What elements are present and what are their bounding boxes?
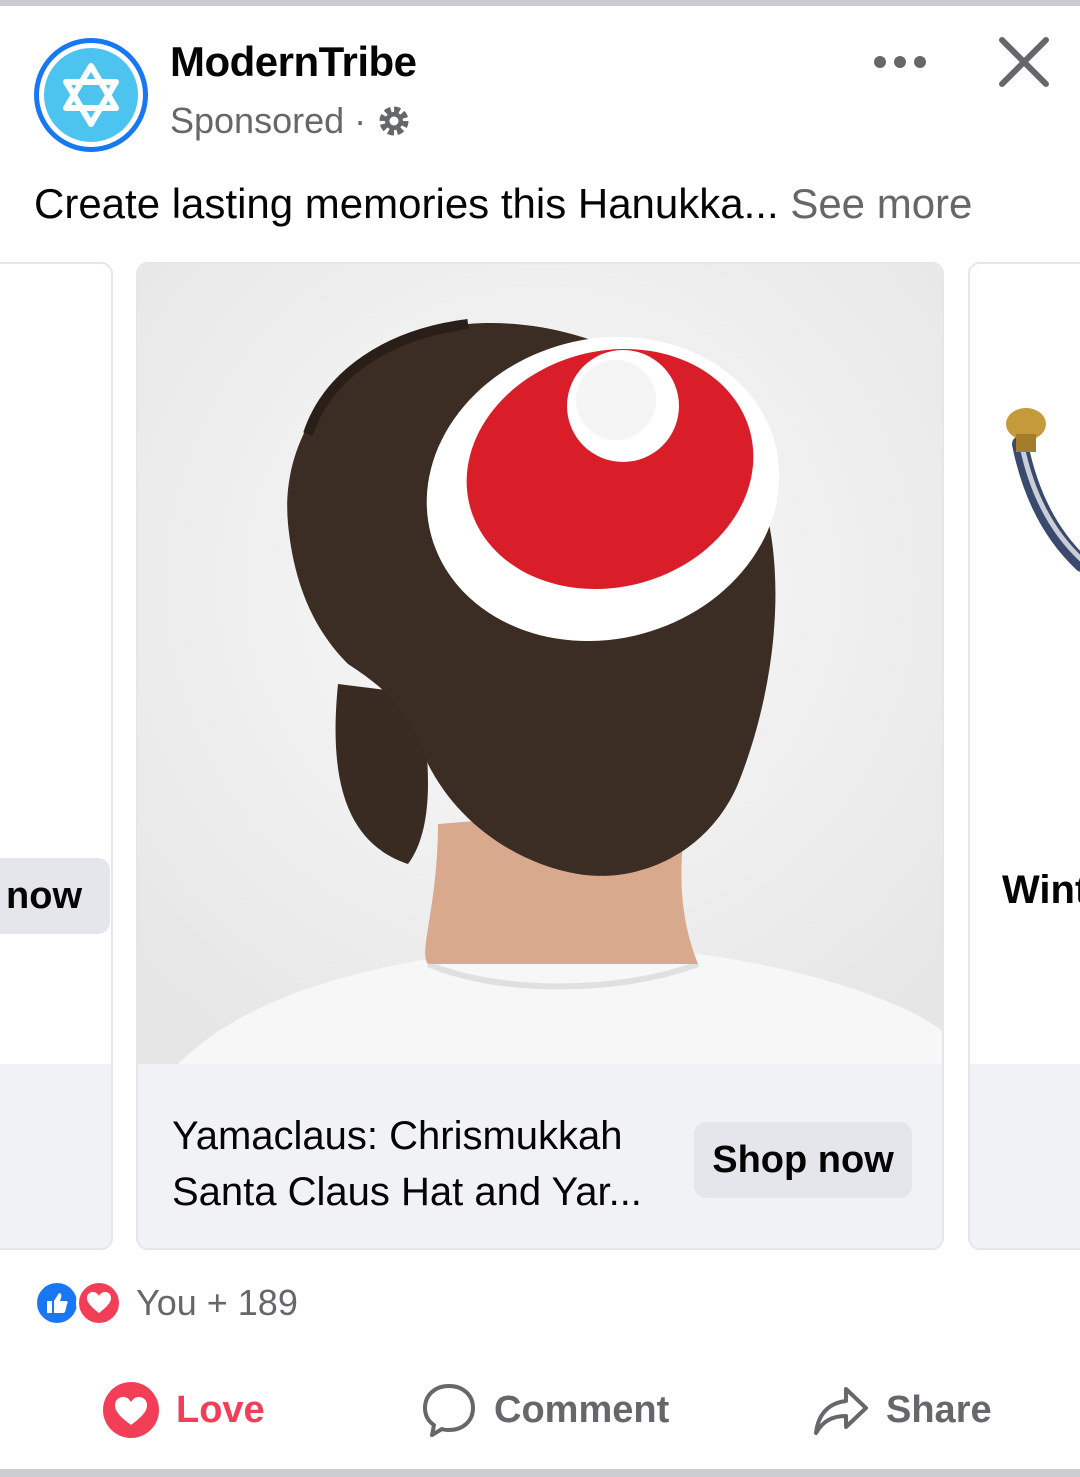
love-label: Love [176, 1388, 265, 1431]
carousel-card-main[interactable]: Yamaclaus: Chrismukkah Santa Claus Hat a… [136, 262, 944, 1250]
separator: · [354, 100, 367, 141]
shop-now-button[interactable]: Shop now [694, 1122, 912, 1198]
caption-text: Create lasting memories this Hanukka... [34, 180, 779, 227]
bottom-divider [0, 1469, 1080, 1477]
heart-icon [102, 1381, 160, 1439]
carousel-card-next[interactable] [968, 262, 1080, 1250]
share-button[interactable]: Share [812, 1378, 992, 1442]
comment-icon [420, 1381, 478, 1439]
card-footer [970, 1064, 1080, 1248]
reaction-summary[interactable]: You + 189 [34, 1280, 298, 1326]
gear-icon[interactable] [376, 103, 412, 139]
close-icon[interactable] [990, 28, 1058, 96]
share-icon [812, 1381, 870, 1439]
sponsored-row: Sponsored · [170, 100, 412, 142]
share-label: Share [886, 1388, 992, 1431]
page-avatar[interactable] [34, 38, 148, 152]
see-more-link[interactable]: See more [790, 180, 972, 227]
top-divider [0, 0, 1080, 6]
love-button[interactable]: Love [102, 1378, 265, 1442]
reaction-count[interactable]: You + 189 [136, 1282, 298, 1324]
product-image[interactable] [138, 264, 942, 1064]
star-of-david-icon [63, 63, 119, 127]
carousel-card-previous[interactable] [0, 262, 113, 1250]
product-image [970, 264, 1080, 1064]
like-reaction-icon [34, 1280, 80, 1326]
product-image [0, 264, 111, 1064]
shop-now-button-previous[interactable]: now [0, 858, 110, 934]
card-footer: Yamaclaus: Chrismukkah Santa Claus Hat a… [138, 1064, 942, 1248]
product-title-next[interactable]: Wint [1002, 868, 1080, 913]
love-reaction-icon [76, 1280, 122, 1326]
sponsored-label: Sponsored [170, 100, 345, 141]
post-caption: Create lasting memories this Hanukka... … [34, 180, 972, 228]
more-options-icon[interactable] [862, 34, 938, 90]
page-name[interactable]: ModernTribe [170, 38, 417, 86]
comment-button[interactable]: Comment [420, 1378, 669, 1442]
card-footer [0, 1064, 111, 1248]
comment-label: Comment [494, 1388, 670, 1431]
product-title[interactable]: Yamaclaus: Chrismukkah Santa Claus Hat a… [172, 1108, 672, 1220]
